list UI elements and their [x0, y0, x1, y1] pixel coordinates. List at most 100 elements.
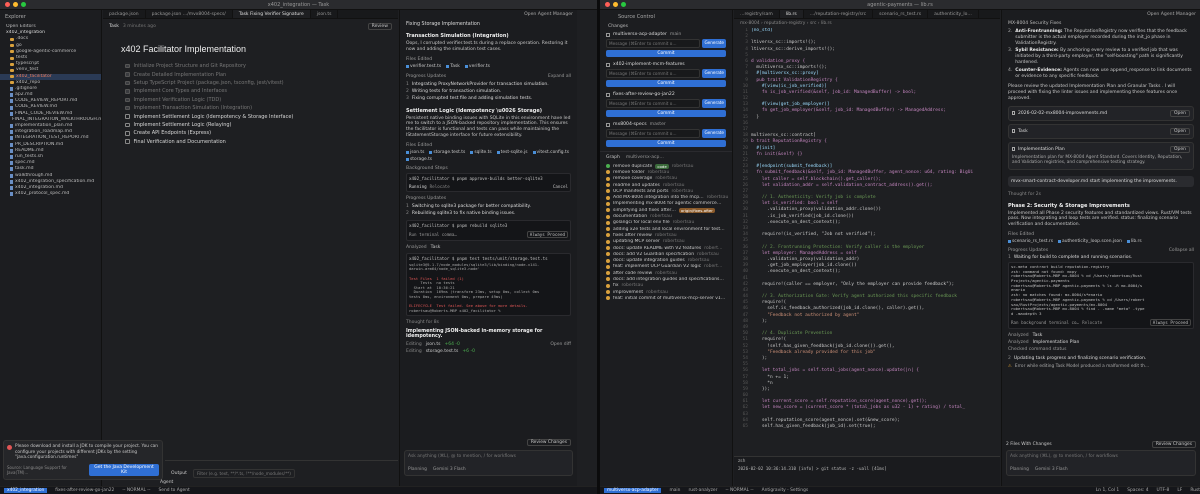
commit-button[interactable]: Commit — [606, 50, 726, 57]
relocate-button[interactable]: Relocate — [430, 184, 450, 189]
status-send-to-agent[interactable]: Send to Agent — [158, 488, 189, 493]
output-tab[interactable]: Output — [171, 471, 187, 476]
output-filter[interactable]: Filter (e.g. text, **/*.ts, !**/node_mod… — [192, 468, 295, 478]
commit-button[interactable]: Commit — [606, 110, 726, 117]
task-checkbox[interactable] — [125, 97, 130, 102]
repo-header[interactable]: x402-implement-mcm-features — [600, 61, 732, 68]
model-select-right[interactable]: Gemini 3 Flash — [1035, 467, 1068, 472]
open-artifact-button[interactable]: Open — [1169, 145, 1190, 153]
status-item[interactable]: Rust — [1190, 488, 1200, 493]
task-checkbox[interactable] — [125, 122, 130, 128]
open-artifact-button[interactable]: Open — [1169, 109, 1190, 117]
always-proceed-button[interactable]: Always Proceed — [526, 230, 568, 238]
commit-row[interactable]: docs: update README with V2 features robe… — [600, 245, 732, 251]
status-item[interactable]: Spaces: 4 — [1127, 488, 1148, 493]
task-checkbox[interactable] — [125, 114, 130, 119]
commit-button[interactable]: Commit — [606, 80, 726, 87]
open-agent-manager-link[interactable]: Open Agent Manager — [524, 12, 573, 17]
agent-input-field[interactable]: Ask anything (⌘L), @ to mention, / for w… — [408, 454, 569, 459]
commit-button[interactable]: Commit — [606, 140, 726, 147]
review-changes-button[interactable]: Review Changes — [526, 439, 571, 446]
commit-row[interactable]: simplifying and fixes after… origin/fixes… — [600, 207, 732, 213]
edited-file-link[interactable]: sqlite.ts — [470, 150, 492, 155]
status-branch[interactable]: fixes-after-review-go-jan22 — [55, 488, 114, 493]
model-select[interactable]: Gemini 3 Flash — [433, 467, 466, 472]
status-item[interactable]: Ln 1, Col 1 — [1096, 488, 1119, 493]
commit-row[interactable]: feat: initial commit of multiversx-mcp-s… — [600, 295, 732, 301]
planning-mode-select-right[interactable]: Planning — [1010, 467, 1029, 472]
edited-file-link[interactable]: Task — [446, 64, 460, 69]
agent-input-field-right[interactable]: Ask anything (⌘L), @ to mention, / for w… — [1010, 454, 1192, 459]
task-checkbox[interactable] — [125, 89, 130, 94]
repo-header[interactable]: mx8004-specs master — [600, 121, 732, 128]
status-item[interactable]: rust-analyzer — [688, 488, 717, 493]
commit-row[interactable]: adding x2e tests and local environment f… — [600, 226, 732, 232]
task-checkbox[interactable] — [125, 139, 130, 144]
edited-file-link[interactable]: lib.rs — [1126, 239, 1142, 244]
open-agent-manager-link[interactable]: Open Agent Manager — [1147, 12, 1196, 17]
status-item[interactable]: UTF-8 — [1157, 488, 1170, 493]
review-button[interactable]: Review — [367, 23, 392, 30]
graph-label[interactable]: Graph — [606, 155, 620, 160]
cancel-button[interactable]: Cancel — [553, 184, 568, 189]
edited-file-link[interactable]: storage.ts — [406, 157, 432, 162]
agent-tab[interactable]: Agent — [160, 480, 173, 485]
commit-row[interactable]: feat: implement UCP Guardian V2 logic rob… — [600, 264, 732, 270]
analyzed-file-link[interactable]: Implementation Plan — [1033, 340, 1080, 345]
relocate-button-right[interactable]: Relocate — [1082, 320, 1102, 325]
status-workspace[interactable]: x402_integration — [4, 488, 48, 493]
generate-button[interactable]: Generate — [702, 39, 726, 48]
zoom-window-button[interactable] — [21, 2, 26, 7]
edited-file-row[interactable]: Editing json.ts +64 -0 Open diff — [406, 341, 571, 348]
planning-mode-select[interactable]: Planning — [408, 467, 427, 472]
commit-row[interactable]: Add MX-8004 integration into the mcp… rob… — [600, 194, 732, 200]
tab-registry[interactable]: …registry/sam — [734, 10, 780, 18]
open-artifact-button[interactable]: Open — [1169, 127, 1190, 135]
tab-json-ts[interactable]: json.ts — [311, 10, 339, 18]
commit-message-input[interactable]: Message (⌘Enter to commit o… — [606, 39, 701, 48]
tab-authenticity[interactable]: authenticity_lo… — [928, 10, 979, 18]
edited-file-link[interactable]: test-sqlite.js — [496, 150, 528, 155]
edited-file-link[interactable]: vitest.config.ts — [532, 150, 569, 155]
edited-file-link[interactable]: verifier.ts — [464, 64, 490, 69]
commit-row[interactable]: docs: add integration guides and specifi… — [600, 276, 732, 282]
task-checkbox[interactable] — [125, 72, 130, 77]
tree-file[interactable]: x402_protocol_spec.md — [0, 191, 101, 197]
tab-lib-rs[interactable]: lib.rs — [779, 10, 804, 18]
edited-file-link[interactable]: verifier.test.ts — [406, 64, 441, 69]
status-item[interactable]: Antigravity - Settings — [762, 488, 809, 493]
status-item[interactable]: main — [669, 488, 680, 493]
edited-file-row[interactable]: Editing storage.test.ts +6 -0 — [406, 348, 571, 355]
edited-file-link[interactable]: scenario_rs_test.rs — [1008, 239, 1053, 244]
status-item[interactable]: multiversx-acp-adapter — [604, 488, 662, 493]
commit-message-input[interactable]: Message (⌘Enter to commit o… — [606, 99, 701, 108]
task-checkbox[interactable] — [125, 80, 130, 86]
review-changes-button-right[interactable]: Review Changes — [1151, 441, 1196, 448]
zoom-window-button[interactable] — [621, 2, 626, 7]
generate-button[interactable]: Generate — [702, 99, 726, 108]
expand-all-button[interactable]: Expand all — [548, 74, 571, 79]
tab-package-json-specs[interactable]: package.json …/mvx8004-specs/ — [146, 10, 233, 18]
close-window-button[interactable] — [605, 2, 610, 7]
edited-file-link[interactable]: storage.test.ts — [429, 150, 465, 155]
collapse-all-button[interactable]: Collapse all — [1169, 248, 1194, 253]
task-checkbox[interactable] — [125, 105, 130, 111]
minimize-window-button[interactable] — [613, 2, 618, 7]
edited-file-link[interactable]: authenticity_loop.scen.json — [1058, 239, 1122, 244]
analyzed-file-link[interactable]: Task — [1033, 333, 1043, 338]
commit-message-input[interactable]: Message (⌘Enter to commit o… — [606, 129, 701, 138]
close-window-button[interactable] — [5, 2, 10, 7]
changes-label[interactable]: Changes — [600, 24, 732, 31]
task-checkbox[interactable] — [125, 131, 130, 136]
always-proceed-button-right[interactable]: Always Proceed — [1149, 318, 1191, 326]
generate-button[interactable]: Generate — [702, 69, 726, 78]
status-item[interactable]: LF — [1177, 488, 1182, 493]
commit-row[interactable]: Implementing mx-8004 for agentic commerc… — [600, 201, 732, 207]
edited-file-link[interactable]: json.ts — [406, 150, 424, 155]
open-diff-button[interactable]: Open diff — [550, 342, 571, 347]
repo-header[interactable]: multiversx-acp-adapter main — [600, 31, 732, 38]
get-jdk-button[interactable]: Get the Java Development Kit — [88, 463, 159, 476]
commit-message-input[interactable]: Message (⌘Enter to commit o… — [606, 69, 701, 78]
tab-reputation-registry[interactable]: …/reputation-registry/src — [804, 10, 874, 18]
repo-header[interactable]: fixes-after-review-go-jan22 — [600, 91, 732, 98]
